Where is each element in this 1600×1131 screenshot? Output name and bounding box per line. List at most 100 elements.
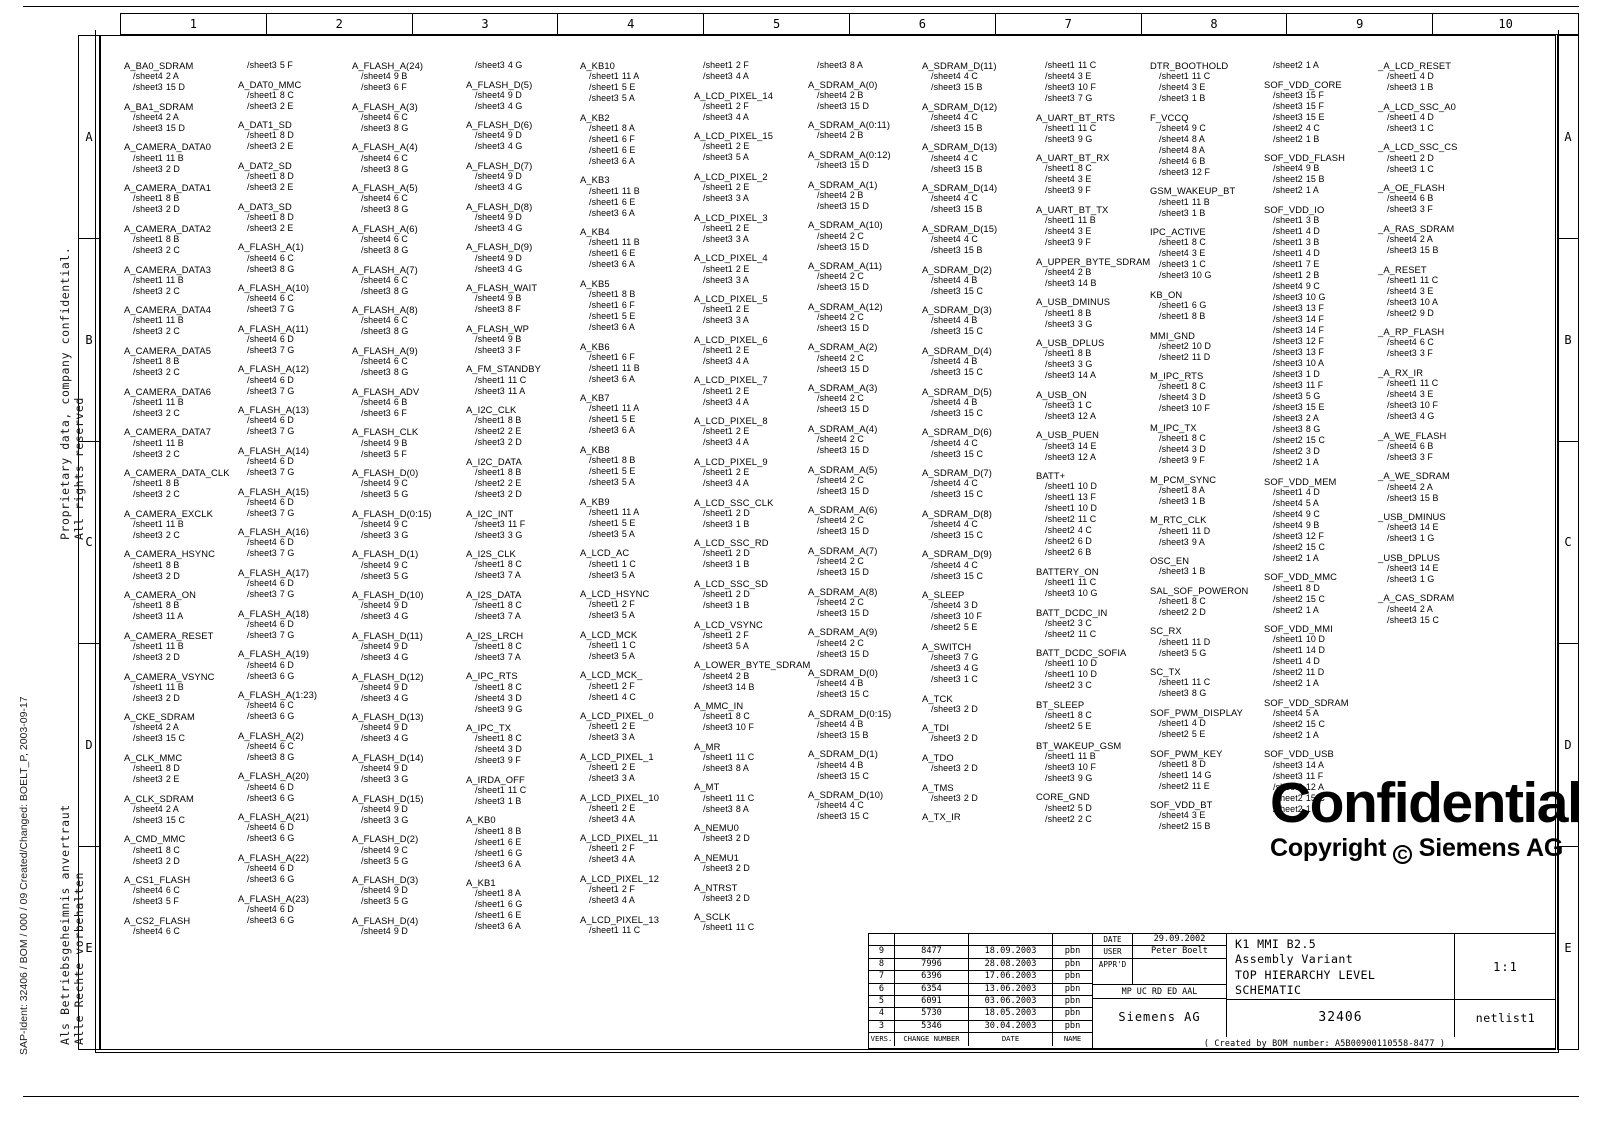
net-reference: /sheet3 15 B [922,204,1036,215]
reference-location: 2 D [963,763,978,774]
net-reference: /sheet1 8 D [238,212,352,223]
net-name: A_FLASH_A(16) [238,526,310,538]
reference-sheet: /sheet3 [133,326,163,337]
netlist-entry: /sheet3 5 F [238,60,352,71]
net-reference: /sheet1 2 E [694,223,808,234]
net-reference: /sheet3 3 A [694,193,808,204]
net-reference: /sheet3 15 D [808,445,922,456]
net-reference: /sheet4 2 C [808,353,922,364]
reference-sheet: /sheet3 [817,100,847,111]
net-name: A_CMD_MMC [124,833,186,845]
reference-location: 4 G [1419,411,1435,422]
reference-sheet: /sheet3 [1273,336,1303,347]
reference-location: 4 B [849,678,864,689]
reference-location: 2 A [165,111,179,122]
revision-header-version: VERS. [869,1033,895,1047]
reference-sheet: /sheet1 [1159,311,1189,322]
reference-location: 15 C [963,570,983,581]
reference-sheet: /sheet3 [475,611,505,622]
net-reference: /sheet3 6 A [466,921,580,932]
net-reference: /sheet3 15 E [1264,112,1378,123]
reference-sheet: /sheet4 [361,803,391,814]
reference-sheet: /sheet3 [475,100,505,111]
net-name: SOF_VDD_BT [1150,799,1213,811]
net-reference: /sheet3 1 G [1378,533,1492,544]
reference-location: 8 B [165,478,180,489]
reference-location: 7 G [279,304,295,315]
reference-sheet: /sheet1 [589,721,619,732]
netlist-entry: _A_RP_FLASH/sheet4 6 C/sheet3 3 F [1378,326,1492,359]
reference-sheet: /sheet1 [589,403,619,414]
net-name: A_FLASH_A(3) [352,100,418,112]
company-name: Siemens AG [1118,1009,1201,1024]
reference-location: 6 B [1191,155,1206,166]
revision-change-number: 6091 [895,995,969,1008]
reference-location: 6 A [621,259,635,270]
net-reference: /sheet3 9 G [466,704,580,715]
reference-sheet: /sheet1 [589,196,619,207]
net-reference: /sheet3 6 G [238,711,352,722]
reference-location: 10 F [1191,403,1210,414]
netlist-entry: A_UART_BT_TX/sheet1 11 B/sheet4 3 E/sheet3… [1036,204,1150,248]
reference-sheet: /sheet3 [475,263,505,274]
reference-location: 5 A [621,610,635,621]
reference-location: 3 E [1191,810,1206,821]
netlist-entry: A_KB4/sheet1 11 B/sheet1 6 E/sheet3 6 A [580,226,694,270]
reference-sheet: /sheet1 [475,374,505,385]
net-reference: /sheet1 8 C [694,711,808,722]
net-reference: /sheet1 2 E [694,141,808,152]
net-reference: /sheet4 3 E [1150,810,1264,821]
reference-location: 4 B [849,759,864,770]
net-reference: /sheet3 15 C [124,815,238,826]
reference-sheet: /sheet1 [703,589,733,600]
reference-sheet: /sheet3 [817,648,847,659]
revision-date [969,934,1053,946]
netlist-entry: A_FLASH_A(8)/sheet4 6 C/sheet3 8 G [352,304,466,337]
reference-sheet: /sheet1 [1045,163,1075,174]
net-reference: /sheet4 9 C [1264,509,1378,520]
reference-location: 6 E [507,836,522,847]
reference-sheet: /sheet3 [1045,277,1075,288]
reference-location: 6 E [621,144,636,155]
reference-sheet: /sheet4 [475,252,505,263]
net-reference: /sheet3 15 D [124,123,238,134]
reference-location: 10 F [1419,400,1438,411]
net-reference: /sheet4 9 B [352,438,466,449]
reference-sheet: /sheet1 [589,455,619,466]
reference-sheet: /sheet3 [1045,761,1075,772]
net-name: A_FLASH_A(5) [352,182,418,194]
reference-location: 2 D [963,703,978,714]
net-name: A_I2S_CLK [466,548,516,560]
net-reference: /sheet1 3 B [1264,215,1378,226]
net-reference: /sheet3 14 A [1036,370,1150,381]
net-reference: /sheet4 9 B [352,71,466,82]
net-reference: /sheet1 8 B [1036,308,1150,319]
reference-sheet: /sheet1 [133,478,163,489]
net-reference: /sheet3 7 G [1036,93,1150,104]
net-reference: /sheet3 2 C [124,408,238,419]
reference-sheet: /sheet3 [589,773,619,784]
reference-location: 15 C [849,770,869,781]
reference-location: 1 G [1419,573,1435,584]
reference-location: 9 B [1305,163,1320,174]
reference-sheet: /sheet3 [475,344,505,355]
reference-location: 6 C [393,274,408,285]
reference-location: 3 A [621,773,635,784]
revision-row: 9 8477 18.09.2003 pbn [869,946,1092,959]
net-reference: /sheet3 12 A [1036,452,1150,463]
netlist-entry: A_FLASH_ADV/sheet4 6 B/sheet3 6 F [352,386,466,419]
net-reference: /sheet4 2 A [124,722,238,733]
net-name: A_TDI [922,722,950,734]
net-reference: /sheet3 5 A [580,477,694,488]
betriebsgeheimnis-notice-line2: Alle Rechte vorbehalten [72,871,86,1045]
reference-sheet: /sheet3 [247,507,277,518]
net-name: A_SDRAM_A(0) [808,78,878,90]
reference-sheet: /sheet3 [475,182,505,193]
netlist-column-9: /sheet1 11 C/sheet4 3 E/sheet3 10 F/sheet3 7… [1036,60,1150,832]
netlist-entry: A_USB_DMINUS/sheet1 8 B/sheet3 3 G [1036,296,1150,329]
net-reference: /sheet1 2 E [694,264,808,275]
reference-sheet: /sheet4 [1273,281,1303,292]
net-name: A_LCD_MCK [580,628,638,640]
net-name: A_LCD_PIXEL_8 [694,415,768,427]
reference-location: 2 D [507,437,522,448]
